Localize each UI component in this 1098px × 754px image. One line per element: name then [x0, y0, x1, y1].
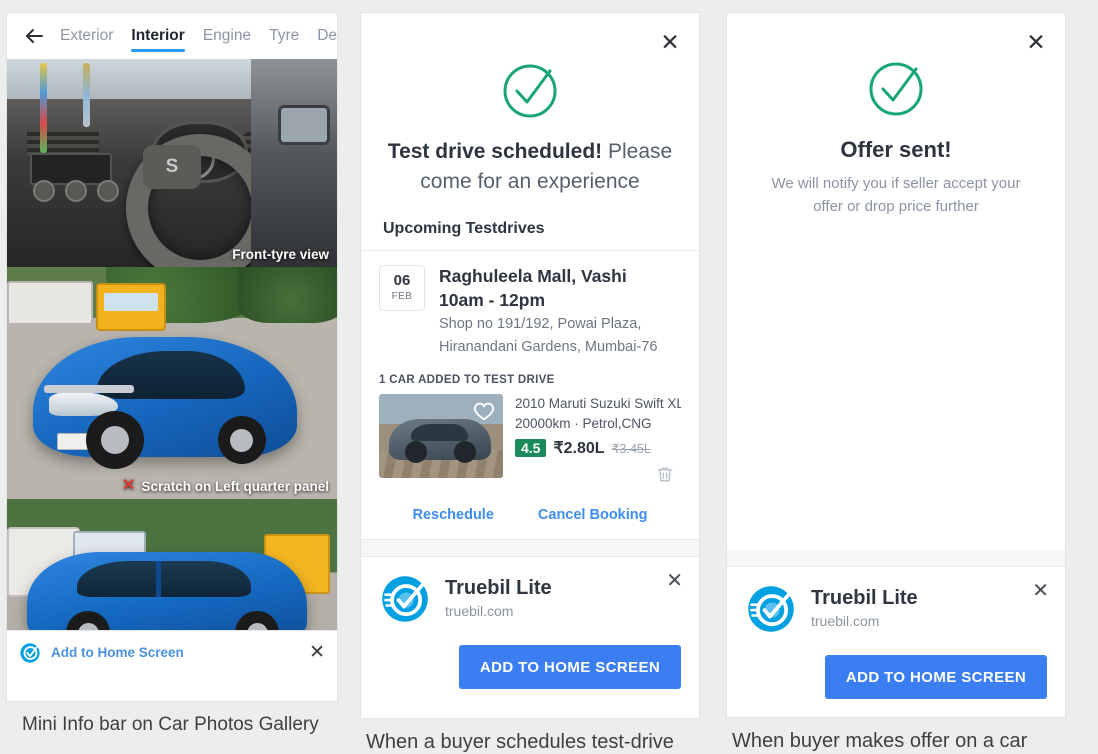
photo-overlay-label: Front-tyre view — [232, 247, 329, 262]
gallery-photo-front-quarter[interactable]: ✕ Scratch on Left quarter panel — [7, 267, 337, 499]
app-name: Truebil Lite — [811, 587, 918, 609]
cars-added-label: 1 CAR ADDED TO TEST DRIVE — [379, 374, 555, 387]
panel-offer: ✕ Offer sent! We will notify you if sell… — [726, 6, 1079, 754]
venue-address-line2: Hiranandani Gardens, Mumbai-76 — [439, 339, 658, 356]
testdrive-details: 06 FEB Raghuleela Mall, Vashi 10am - 12p… — [361, 250, 699, 540]
tab-interior[interactable]: Interior — [122, 13, 193, 59]
tab-dent[interactable]: Den — [308, 13, 337, 59]
venue-name: Raghuleela Mall, Vashi — [439, 265, 627, 286]
truebil-logo-icon — [745, 583, 797, 635]
car-thumbnail[interactable] — [379, 394, 503, 479]
tab-label: Tyre — [269, 27, 300, 44]
subtitle-line2: offer or drop price further — [813, 197, 979, 215]
overlay-text: Scratch on Left quarter panel — [141, 478, 329, 494]
category-tabbar: Exterior Interior Engine Tyre Den — [7, 13, 337, 59]
offer-sheet-spacer — [727, 218, 1065, 550]
back-arrow-icon[interactable] — [17, 19, 51, 53]
heart-outline-icon[interactable] — [473, 400, 495, 422]
testdrive-headline: Test drive scheduled! Please come for an… — [361, 123, 699, 198]
tab-label: Engine — [202, 27, 252, 44]
car-interior-photo: S — [7, 59, 337, 267]
gallery-photo-interior[interactable]: S Front-tyre view — [7, 59, 337, 267]
cancel-booking-link[interactable]: Cancel Booking — [538, 507, 648, 523]
phone-frame-gallery: Exterior Interior Engine Tyre Den — [6, 12, 338, 702]
photo-overlay-label-damage: ✕ Scratch on Left quarter panel — [122, 478, 329, 494]
tab-tyre[interactable]: Tyre — [260, 13, 308, 59]
tab-label: Den — [317, 27, 337, 44]
close-icon[interactable]: ✕ — [657, 29, 683, 55]
minibar-label: Add to Home Screen — [51, 645, 184, 660]
car-price: ₹2.80L — [553, 440, 605, 458]
success-check-circle-icon — [727, 13, 1065, 121]
offer-subtitle: We will notify you if seller accept your… — [727, 163, 1065, 218]
panel-gallery: Exterior Interior Engine Tyre Den — [0, 6, 344, 754]
banner-text: Truebil Lite truebil.com — [445, 576, 552, 622]
car-title: 2010 Maruti Suzuki Swift XLI... — [515, 396, 681, 412]
phone-frame-offer: ✕ Offer sent! We will notify you if sell… — [726, 12, 1066, 718]
panel-caption-gallery: Mini Info bar on Car Photos Gallery — [22, 714, 319, 735]
car-exterior-photo — [7, 267, 337, 499]
reschedule-link[interactable]: Reschedule — [413, 507, 494, 523]
car-photos-gallery[interactable]: S Front-tyre view ✕ Scratch on Left quar… — [7, 59, 337, 674]
testdrive-venue-info: Raghuleela Mall, Vashi 10am - 12pm Shop … — [439, 265, 657, 358]
damage-x-icon: ✕ — [122, 477, 136, 494]
close-icon[interactable]: ✕ — [666, 571, 683, 591]
tab-label: Interior — [131, 27, 185, 44]
app-url: truebil.com — [811, 613, 880, 629]
offer-title: Offer sent! — [840, 137, 952, 162]
date-day: 06 — [393, 272, 411, 290]
truebil-logo-icon — [19, 642, 41, 664]
install-banner: ✕ Truebil Lite truebil.com ADD TO HOME S… — [727, 566, 1065, 717]
tab-engine[interactable]: Engine — [194, 13, 260, 59]
subtitle-line1: We will notify you if seller accept your — [771, 175, 1021, 192]
close-icon[interactable]: ✕ — [1032, 581, 1049, 601]
add-to-home-screen-button[interactable]: ADD TO HOME SCREEN — [825, 655, 1047, 699]
panel-caption-offer: When buyer makes offer on a car — [732, 730, 1028, 752]
phone-frame-testdrive: ✕ Test drive scheduled! Please come for … — [360, 12, 700, 719]
tab-exterior[interactable]: Exterior — [51, 13, 122, 59]
trash-icon[interactable] — [655, 464, 675, 489]
car-details: 2010 Maruti Suzuki Swift XLI... 20000km … — [515, 394, 681, 489]
testdrive-date-badge: 06 FEB — [379, 264, 425, 311]
testdrive-actions: Reschedule Cancel Booking — [379, 489, 681, 539]
install-banner: ✕ Truebil Lite truebil.com ADD TO HOME S… — [361, 556, 699, 708]
close-icon[interactable]: ✕ — [309, 643, 325, 662]
offer-sheet: ✕ Offer sent! We will notify you if sell… — [727, 13, 1065, 717]
add-to-home-screen-minibar[interactable]: Add to Home Screen ✕ — [7, 630, 337, 674]
car-old-price: ₹3.45L — [611, 441, 651, 456]
close-icon[interactable]: ✕ — [1023, 29, 1049, 55]
testdrive-car-item[interactable]: 2010 Maruti Suzuki Swift XLI... 20000km … — [379, 394, 681, 489]
add-to-home-screen-button[interactable]: ADD TO HOME SCREEN — [459, 645, 681, 690]
sheet-gap — [361, 540, 699, 557]
panel-testdrive: ✕ Test drive scheduled! Please come for … — [360, 6, 710, 754]
venue-time: 10am - 12pm — [439, 289, 546, 310]
sheet-gap — [727, 550, 1065, 566]
app-url: truebil.com — [445, 603, 514, 620]
venue-address-line1: Shop no 191/192, Powai Plaza, — [439, 316, 642, 333]
app-name: Truebil Lite — [445, 577, 552, 600]
headline-bold: Test drive scheduled! — [387, 140, 603, 163]
overlay-text: Front-tyre view — [232, 247, 329, 262]
screenshot-board: Exterior Interior Engine Tyre Den — [0, 0, 1098, 754]
panel-caption-testdrive: When a buyer schedules test-drive — [366, 731, 674, 753]
section-title-upcoming: Upcoming Testdrives — [383, 219, 545, 237]
banner-text: Truebil Lite truebil.com — [811, 586, 918, 632]
success-check-circle-icon — [361, 13, 699, 123]
truebil-logo-icon — [379, 573, 431, 625]
date-month: FEB — [391, 290, 413, 302]
car-specs: 20000km · Petrol,CNG — [515, 415, 652, 431]
testdrive-sheet: ✕ Test drive scheduled! Please come for … — [361, 13, 699, 557]
rating-badge: 4.5 — [515, 439, 547, 458]
tab-label: Exterior — [60, 27, 114, 44]
